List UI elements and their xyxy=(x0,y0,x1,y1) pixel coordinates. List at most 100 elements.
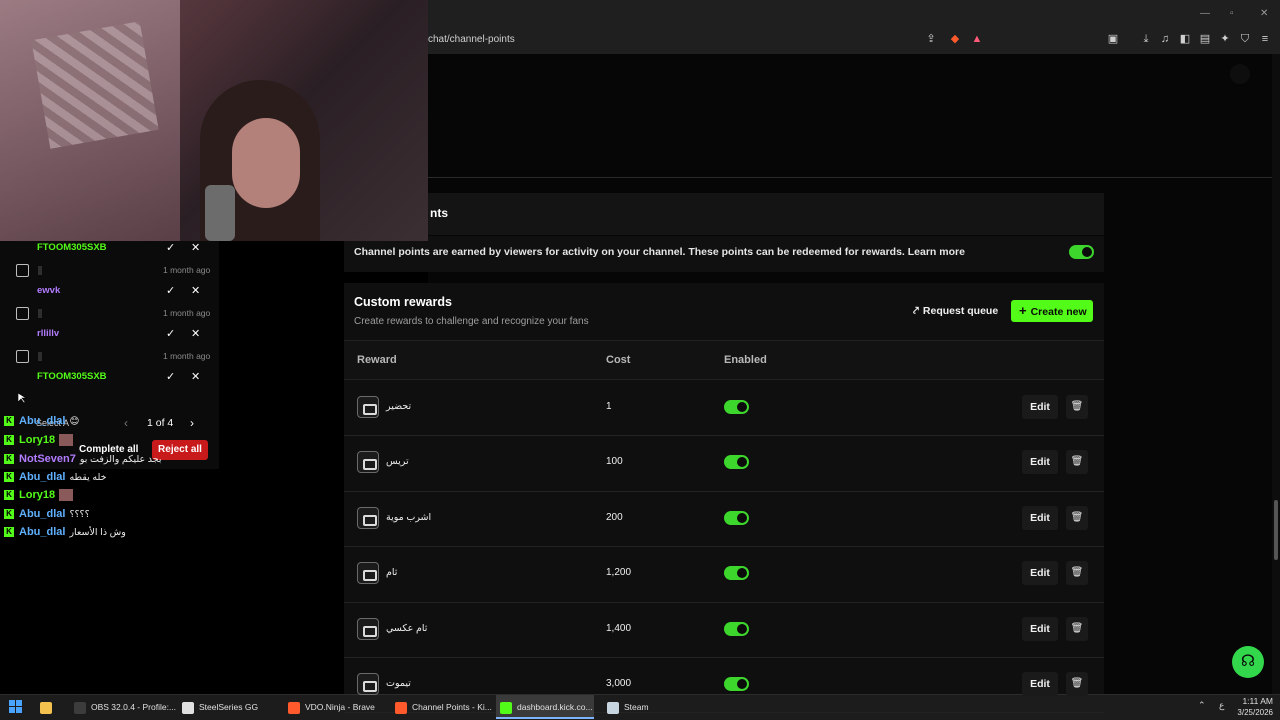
close-icon[interactable]: ✕ xyxy=(1260,8,1268,19)
vpn-icon[interactable]: ⛉ xyxy=(1238,32,1252,46)
edit-reward-button[interactable]: Edit xyxy=(1022,450,1058,475)
chevron-right-icon[interactable]: › xyxy=(190,416,194,430)
app-icon xyxy=(74,701,86,714)
chat-message: K Lory18 xyxy=(4,434,74,447)
chat-username[interactable]: Abu_dlal xyxy=(19,526,65,538)
address-bar[interactable]: chat/channel-points xyxy=(418,30,993,50)
deny-icon[interactable]: ✕ xyxy=(191,284,200,297)
trash-icon[interactable]: 🗑 xyxy=(1066,505,1088,530)
wallet-icon[interactable]: ▤ xyxy=(1198,32,1212,46)
chat-text: ؟؟؟؟ xyxy=(69,509,90,520)
request-queue-button[interactable]: ⤤ Request queue xyxy=(907,300,1005,322)
reward-cost: 200 xyxy=(606,511,623,523)
support-chat-button[interactable]: ☊ xyxy=(1232,646,1264,678)
kick-badge-icon: K xyxy=(4,509,14,520)
clock-date[interactable]: 3/25/2026 xyxy=(1229,708,1273,717)
channel-points-description: Channel points are earned by viewers for… xyxy=(354,246,965,258)
chat-username[interactable]: Lory18 xyxy=(19,434,55,446)
trash-icon[interactable]: 🗑 xyxy=(1066,561,1088,586)
sidebar-tab-icon[interactable]: ▣ xyxy=(1106,32,1120,46)
chat-text: وش ذا الأسعار xyxy=(69,527,126,538)
taskbar-app-label: SteelSeries GG xyxy=(199,702,259,712)
moderation-username: FTOOM305SXB xyxy=(37,242,107,253)
approve-icon[interactable]: ✓ xyxy=(166,370,175,383)
reward-enabled-toggle[interactable] xyxy=(724,510,749,525)
deny-icon[interactable]: ✕ xyxy=(191,370,200,383)
media-icon[interactable]: ♫ xyxy=(1158,32,1172,46)
reward-cost: 1,400 xyxy=(606,622,632,634)
taskbar-app[interactable]: dashboard.kick.co... xyxy=(496,695,594,719)
moderation-username: FTOOM305SXB xyxy=(37,371,107,382)
column-cost: Cost xyxy=(606,354,631,366)
app-icon xyxy=(607,701,619,714)
kick-badge-icon: K xyxy=(4,472,14,483)
emote-icon xyxy=(59,489,74,502)
app-icon xyxy=(500,701,512,714)
reward-enabled-toggle[interactable] xyxy=(724,621,749,636)
chat-username[interactable]: Lory18 xyxy=(19,489,55,501)
taskbar-app[interactable]: Channel Points - Ki... xyxy=(391,695,492,719)
menu-icon[interactable]: ≡ xyxy=(1258,32,1272,46)
reward-ticket-icon xyxy=(357,451,379,474)
create-new-button[interactable]: + Create new xyxy=(1011,300,1093,322)
reward-enabled-toggle[interactable] xyxy=(724,677,749,691)
reward-enabled-toggle[interactable] xyxy=(724,400,749,414)
edit-reward-button[interactable]: Edit xyxy=(1022,616,1058,641)
channel-points-toggle[interactable] xyxy=(1069,245,1094,259)
minimize-icon[interactable]: — xyxy=(1200,8,1210,19)
maximize-icon[interactable]: ▫ xyxy=(1230,8,1234,19)
reward-enabled-toggle[interactable] xyxy=(724,455,749,470)
moderation-checkbox[interactable] xyxy=(16,264,29,277)
language-indicator[interactable]: ع xyxy=(1219,700,1224,711)
edit-reward-button[interactable]: Edit xyxy=(1022,505,1058,530)
reward-cost: 100 xyxy=(606,456,623,468)
deny-icon[interactable]: ✕ xyxy=(191,241,200,254)
app-icon xyxy=(395,701,407,714)
row-divider xyxy=(344,601,1104,603)
brave-rewards-icon[interactable]: ▲ xyxy=(970,32,984,46)
scrollbar-thumb[interactable] xyxy=(1274,500,1278,560)
chevron-left-icon[interactable]: ‹ xyxy=(124,416,128,430)
section-header xyxy=(344,193,1104,235)
edit-reward-button[interactable]: Edit xyxy=(1022,561,1058,586)
deny-icon[interactable]: ✕ xyxy=(191,327,200,340)
edit-reward-button[interactable]: Edit xyxy=(1022,672,1058,696)
approve-icon[interactable]: ✓ xyxy=(166,327,175,340)
brave-shield-icon[interactable]: ◆ xyxy=(948,32,962,46)
reward-enabled-toggle[interactable] xyxy=(724,566,749,581)
clock-time[interactable]: 1:11 AM xyxy=(1233,696,1273,706)
windows-start-icon[interactable] xyxy=(9,700,23,714)
download-icon[interactable]: ⤓ xyxy=(1139,32,1153,46)
sidebar-icon[interactable]: ◧ xyxy=(1178,32,1192,46)
chat-username[interactable]: Abu_dlal xyxy=(19,508,65,520)
message-preview xyxy=(38,266,42,275)
trash-icon[interactable]: 🗑 xyxy=(1066,616,1088,641)
approve-icon[interactable]: ✓ xyxy=(166,284,175,297)
chat-username[interactable]: Abu_dlal xyxy=(19,471,65,483)
chat-message: K NotSeven7 بجد عليكم والزفت بو xyxy=(4,453,162,465)
kick-badge-icon: K xyxy=(4,454,14,465)
chat-username[interactable]: NotSeven7 xyxy=(19,453,76,465)
tray-expand-icon[interactable]: ⌃ xyxy=(1198,700,1206,711)
taskbar-app[interactable]: Steam xyxy=(603,695,663,719)
request-queue-label: Request queue xyxy=(922,305,999,317)
reward-ticket-icon xyxy=(357,506,379,529)
avatar[interactable] xyxy=(1230,64,1250,84)
scrollbar[interactable] xyxy=(1272,54,1280,694)
file-explorer-icon[interactable] xyxy=(40,695,60,719)
chat-username[interactable]: Abu_dlal xyxy=(19,415,65,427)
leo-ai-icon[interactable]: ✦ xyxy=(1218,32,1232,46)
row-divider xyxy=(344,546,1104,548)
taskbar-app[interactable]: OBS 32.0.4 - Profile:... xyxy=(70,695,176,719)
moderation-checkbox[interactable] xyxy=(16,350,29,363)
approve-icon[interactable]: ✓ xyxy=(166,241,175,254)
moderation-checkbox[interactable] xyxy=(16,307,29,320)
trash-icon[interactable]: 🗑 xyxy=(1066,395,1088,419)
taskbar-app[interactable]: SteelSeries GG xyxy=(178,695,278,719)
edit-reward-button[interactable]: Edit xyxy=(1022,395,1058,419)
trash-icon[interactable]: 🗑 xyxy=(1066,672,1088,696)
share-icon[interactable]: ⇪ xyxy=(924,32,938,46)
taskbar-app-label: dashboard.kick.co... xyxy=(517,702,593,712)
trash-icon[interactable]: 🗑 xyxy=(1066,450,1088,475)
taskbar-app[interactable]: VDO.Ninja - Brave xyxy=(284,695,384,719)
